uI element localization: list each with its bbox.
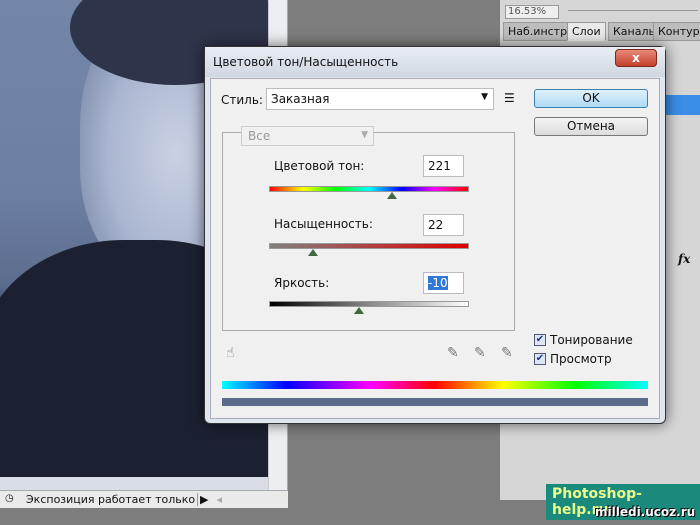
status-arrow-icon[interactable]: ▶ xyxy=(200,493,208,506)
preview-label: Просмотр xyxy=(550,352,612,366)
zoom-field[interactable]: 16.53% xyxy=(505,5,559,19)
watermark-site: milledi.ucoz.ru xyxy=(595,505,696,519)
eyedropper-plus-icon[interactable]: ✎ xyxy=(474,345,486,361)
style-value: Заказная xyxy=(271,92,330,106)
style-label: Стиль: xyxy=(221,93,263,107)
eyedropper-minus-icon[interactable]: ✎ xyxy=(501,345,513,361)
dialog-title: Цветовой тон/Насыщенность xyxy=(213,55,399,69)
saturation-input[interactable]: 22 xyxy=(423,214,464,236)
style-select[interactable]: Заказная ▼ xyxy=(266,88,494,110)
colorize-checkbox[interactable]: ✔ xyxy=(534,334,546,346)
eyedropper-icon[interactable]: ✎ xyxy=(447,345,459,361)
hue-saturation-dialog: Цветовой тон/Насыщенность x Стиль: Заказ… xyxy=(204,46,666,424)
chevron-down-icon: ▼ xyxy=(361,130,368,140)
hue-label: Цветовой тон: xyxy=(274,159,365,173)
lightness-slider[interactable] xyxy=(269,301,469,307)
ok-button[interactable]: OK xyxy=(534,89,648,108)
preset-options-icon[interactable]: ☰ xyxy=(504,91,515,105)
preview-checkbox[interactable]: ✔ xyxy=(534,353,546,365)
status-text: Экспозиция работает только в ... xyxy=(26,493,198,506)
hue-input[interactable]: 221 xyxy=(423,155,464,177)
hue-slider-thumb[interactable] xyxy=(386,192,397,199)
hscroll-left-icon[interactable]: ◂ xyxy=(216,493,222,506)
hue-slider[interactable] xyxy=(269,186,469,192)
tab-layers[interactable]: Слои xyxy=(567,22,606,41)
lightness-slider-thumb[interactable] xyxy=(354,307,364,314)
channel-value: Все xyxy=(248,129,271,143)
saturation-slider[interactable] xyxy=(269,243,469,249)
tab-paths[interactable]: Контур xyxy=(653,22,700,41)
dialog-body: Стиль: Заказная ▼ ☰ OK Отмена Все ▼ Цвет… xyxy=(210,78,660,419)
lightness-label: Яркость: xyxy=(274,276,330,290)
close-button[interactable]: x xyxy=(615,49,657,67)
selected-layer-row[interactable] xyxy=(665,95,700,115)
colorize-label: Тонирование xyxy=(550,333,633,347)
lightness-value: -10 xyxy=(428,276,448,290)
saturation-slider-thumb[interactable] xyxy=(308,249,318,256)
lightness-input[interactable]: -10 xyxy=(423,272,464,294)
input-spectrum-bar xyxy=(222,381,648,389)
targeted-adjustment-hand-icon[interactable]: ☝ xyxy=(226,345,235,361)
saturation-label: Насыщенность: xyxy=(274,217,373,231)
tab-tools[interactable]: Наб.инстр xyxy=(503,22,573,41)
zoom-slider[interactable] xyxy=(568,10,698,11)
status-info-icon[interactable]: ◷ xyxy=(5,493,14,504)
cancel-button[interactable]: Отмена xyxy=(534,117,648,136)
channel-select[interactable]: Все ▼ xyxy=(241,126,374,146)
dialog-titlebar[interactable]: Цветовой тон/Насыщенность x xyxy=(205,47,665,77)
output-color-bar xyxy=(222,398,648,406)
fx-button[interactable]: fx xyxy=(678,252,690,266)
status-bar: ◷ Экспозиция работает только в ... ▶ ◂ xyxy=(0,490,288,508)
chevron-down-icon: ▼ xyxy=(481,92,488,102)
